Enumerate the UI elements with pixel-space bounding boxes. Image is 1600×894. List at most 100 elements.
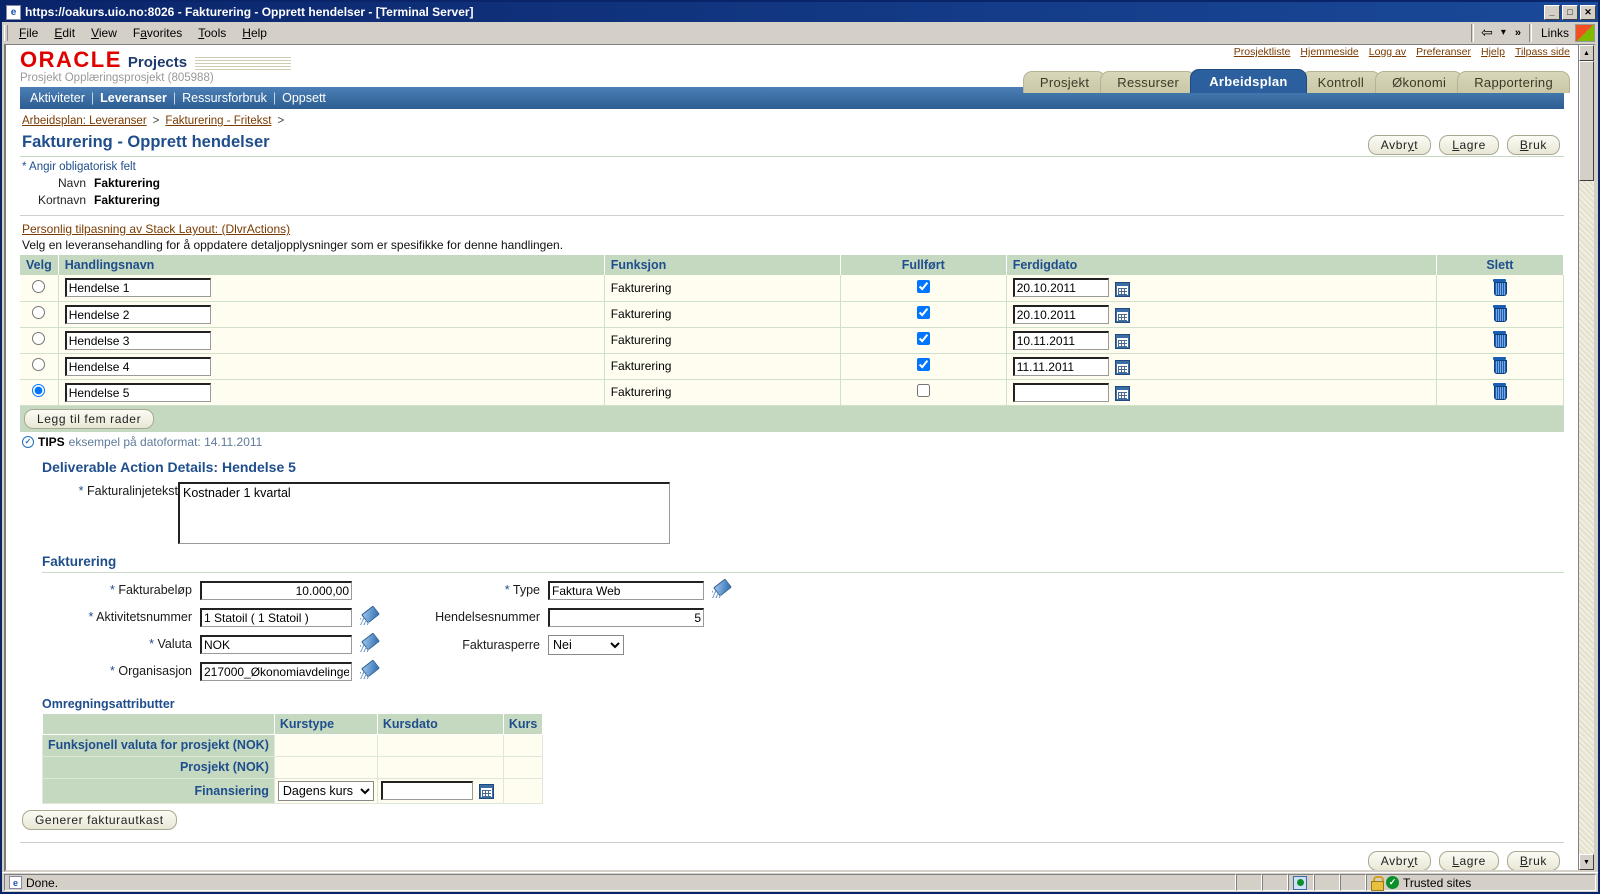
tab-prosjekt[interactable]: Prosjekt: [1022, 71, 1107, 93]
row-2-radio[interactable]: [32, 306, 46, 319]
status-message: Done.: [26, 875, 59, 890]
row-3-fullfort-checkbox[interactable]: [916, 332, 930, 345]
flashlight-search-icon[interactable]: [712, 582, 730, 598]
calendar-icon[interactable]: [1114, 281, 1130, 297]
trusted-check-icon: ✓: [1386, 876, 1399, 889]
generate-invoice-draft-button[interactable]: Generer fakturautkast: [22, 809, 177, 830]
scrollbar-thumb[interactable]: [1579, 61, 1594, 181]
add-five-rows-button[interactable]: Legg til fem rader: [24, 408, 155, 429]
breadcrumb-link-fakturering-fritekst[interactable]: Fakturering - Fritekst: [165, 115, 271, 127]
vertical-scrollbar[interactable]: ▲ ▼: [1578, 45, 1594, 870]
tab-kontroll[interactable]: Kontroll: [1300, 71, 1382, 93]
links-label[interactable]: Links: [1535, 26, 1575, 40]
utility-link-prosjektliste[interactable]: Prosjektliste: [1234, 46, 1291, 58]
row-5-name-input[interactable]: [64, 382, 211, 402]
row-4-date-input[interactable]: [1012, 356, 1109, 376]
utility-link-preferanser[interactable]: Preferanser: [1416, 46, 1471, 58]
row-5-fullfort-checkbox[interactable]: [916, 384, 930, 397]
subnav-item-aktiviteter[interactable]: Aktiviteter: [30, 91, 85, 105]
valuta-input[interactable]: [200, 634, 352, 654]
calendar-icon[interactable]: [1114, 307, 1130, 323]
row-1-fullfort-checkbox[interactable]: [916, 279, 930, 293]
fakturasperre-select[interactable]: Nei Ja: [548, 634, 624, 655]
breadcrumb-link-arbeidsplan-leveranser[interactable]: Arbeidsplan: Leveranser: [22, 115, 147, 127]
fakturabelop-input[interactable]: [200, 580, 352, 600]
row-5-radio[interactable]: [32, 384, 46, 397]
trash-icon[interactable]: [1493, 331, 1508, 348]
calendar-icon[interactable]: [1114, 385, 1130, 401]
row-3-date-input[interactable]: [1012, 330, 1109, 350]
apply-button-top[interactable]: Bruk: [1506, 135, 1560, 155]
trash-icon[interactable]: [1493, 305, 1508, 322]
invoice-text-textarea[interactable]: [178, 481, 670, 544]
row-1-radio[interactable]: [32, 279, 46, 293]
row-4-name-input[interactable]: [64, 356, 211, 376]
tab-ressurser[interactable]: Ressurser: [1100, 71, 1197, 93]
utility-link-hjelp[interactable]: Hjelp: [1481, 46, 1505, 58]
calendar-icon[interactable]: [478, 784, 494, 800]
toolbar-overflow-icon[interactable]: »: [1510, 27, 1526, 39]
save-button-bottom[interactable]: Lagre: [1439, 850, 1499, 870]
kursdato-input[interactable]: [380, 781, 473, 800]
row-3-radio[interactable]: [32, 332, 46, 345]
cancel-button-bottom[interactable]: Avbryt: [1367, 850, 1432, 870]
header-stripes-decoration: [195, 57, 292, 70]
utility-link-hjemmeside[interactable]: Hjemmeside: [1300, 46, 1358, 58]
scroll-down-button[interactable]: ▼: [1579, 854, 1594, 870]
aktivitetsnummer-input[interactable]: [200, 607, 352, 627]
tips-text: eksempel på datoformat: 14.11.2011: [68, 434, 263, 449]
row-4-fullfort-checkbox[interactable]: [916, 358, 930, 371]
row-1-date-input[interactable]: [1012, 278, 1109, 298]
save-button-top[interactable]: Lagre: [1439, 135, 1499, 155]
scroll-up-button[interactable]: ▲: [1579, 45, 1594, 61]
kurstype-select[interactable]: Dagens kurs Fast kurs: [277, 780, 374, 801]
row-3-name-input[interactable]: [64, 330, 211, 350]
organisasjon-input[interactable]: [200, 661, 352, 681]
column-header-ferdigdato: Ferdigdato: [1006, 255, 1437, 275]
minimize-button[interactable]: _: [1544, 4, 1560, 20]
apply-button-bottom[interactable]: Bruk: [1506, 850, 1560, 870]
row-1-name-input[interactable]: [64, 278, 211, 298]
calendar-icon[interactable]: [1114, 333, 1130, 349]
scrollbar-track[interactable]: [1579, 181, 1594, 854]
utility-link-logg-av[interactable]: Logg av: [1369, 46, 1406, 58]
menu-item-view[interactable]: View: [83, 24, 125, 42]
menu-item-help[interactable]: Help: [234, 24, 275, 42]
personalize-stack-layout-link[interactable]: Personlig tilpasning av Stack Layout: (D…: [22, 222, 290, 236]
subnav-item-oppsett[interactable]: Oppsett: [282, 91, 326, 105]
back-arrow-icon[interactable]: ⇦: [1477, 24, 1497, 41]
menu-item-file[interactable]: FFileile: [11, 24, 46, 42]
calendar-icon[interactable]: [1114, 359, 1130, 375]
row-4-radio[interactable]: [32, 358, 46, 371]
tab-rapportering[interactable]: Rapportering: [1457, 71, 1570, 93]
organisasjon-label: * Organisasjon: [109, 664, 192, 678]
type-input[interactable]: [548, 580, 704, 600]
flashlight-search-icon[interactable]: [360, 609, 378, 625]
row-2-name-input[interactable]: [64, 304, 211, 324]
tips-label: TIPS: [38, 434, 65, 449]
row-5-date-input[interactable]: [1012, 382, 1109, 402]
tips-row: ✓ TIPS eksempel på datoformat: 14.11.201…: [22, 435, 1564, 449]
tab-arbeidsplan[interactable]: Arbeidsplan: [1190, 69, 1307, 93]
menu-drag-grip[interactable]: [4, 24, 8, 41]
subnav-item-leveranser[interactable]: Leveranser: [100, 91, 167, 105]
tab-okonomi[interactable]: Økonomi: [1375, 71, 1464, 93]
row-2-fullfort-checkbox[interactable]: [916, 306, 930, 319]
menu-item-edit[interactable]: Edit: [46, 24, 83, 42]
trash-icon[interactable]: [1493, 357, 1508, 374]
trash-icon[interactable]: [1493, 278, 1508, 296]
close-button[interactable]: ✕: [1580, 4, 1596, 20]
utility-link-tilpass-side[interactable]: Tilpass side: [1515, 46, 1570, 58]
flashlight-search-icon[interactable]: [360, 636, 378, 652]
flashlight-search-icon[interactable]: [360, 663, 378, 679]
row-2-date-input[interactable]: [1012, 304, 1109, 324]
subnav-item-ressursforbruk[interactable]: Ressursforbruk: [182, 91, 267, 105]
chevron-down-icon[interactable]: ▾: [1497, 27, 1510, 38]
menu-item-tools[interactable]: Tools: [190, 24, 234, 42]
field-kortnavn-value: Fakturering: [94, 193, 161, 207]
cancel-button-top[interactable]: Avbryt: [1367, 135, 1432, 155]
trash-icon[interactable]: [1493, 383, 1508, 400]
menu-item-favorites[interactable]: Favorites: [125, 24, 190, 42]
hendelsesnummer-input[interactable]: [548, 607, 704, 627]
maximize-button[interactable]: □: [1562, 4, 1578, 20]
